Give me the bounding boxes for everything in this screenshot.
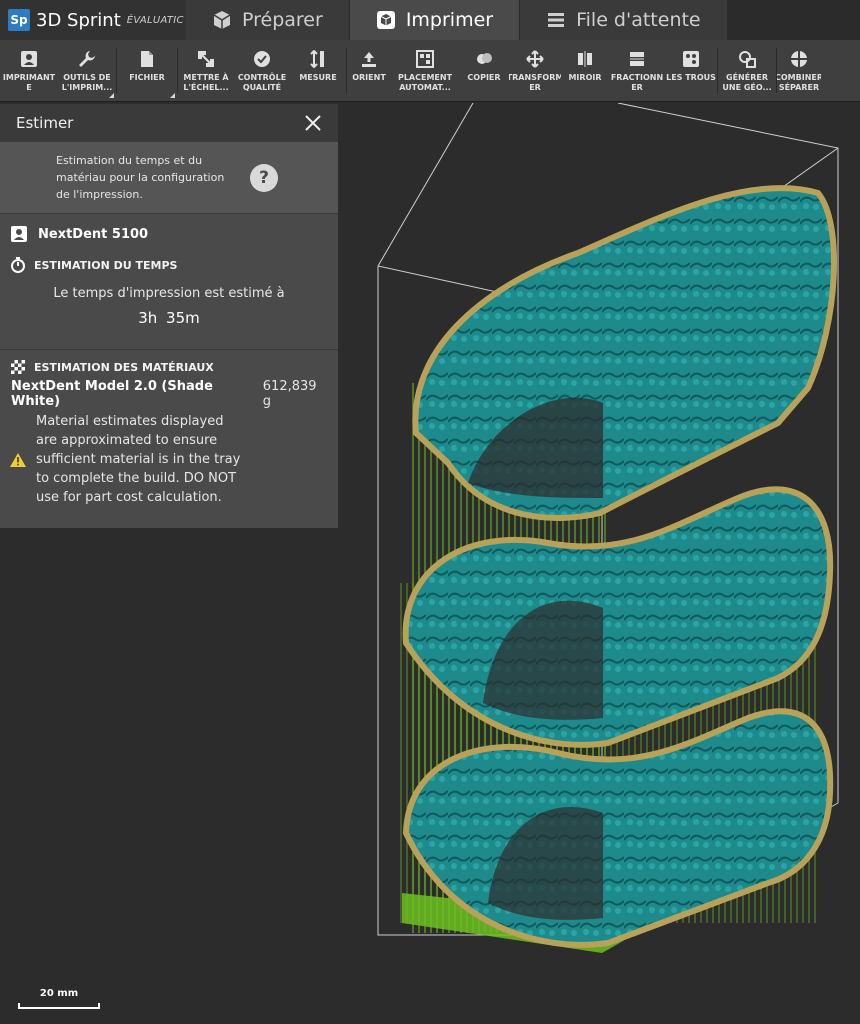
build-viewport[interactable] <box>338 103 860 1024</box>
materials-section-label: ESTIMATION DES MATÉRIAUX <box>34 360 214 374</box>
help-icon[interactable]: ? <box>250 164 278 192</box>
copier-button[interactable]: COPIER <box>459 40 509 101</box>
printer-row: NextDent 5100 <box>0 214 338 254</box>
controle-qualite-button[interactable]: CONTRÔLE QUALITÉ <box>234 40 290 101</box>
material-warning: Material estimates displayed are approxi… <box>0 412 338 507</box>
transformer-button[interactable]: TRANSFORM ER <box>509 40 561 101</box>
copy-icon <box>477 53 492 64</box>
close-icon[interactable] <box>304 114 322 132</box>
generer-geometrie-button[interactable]: GÉNÉRER UNE GÉO... <box>718 40 776 101</box>
tab-label: Imprimer <box>405 9 494 31</box>
material-row: NextDent Model 2.0 (Shade White) 612,839… <box>0 379 338 409</box>
miroir-button[interactable]: MIROIR <box>561 40 609 101</box>
warning-icon <box>10 452 26 467</box>
material-amount: 612,839 g <box>262 379 317 409</box>
materials-section-title: ESTIMATION DES MATÉRIAUX <box>0 356 338 378</box>
material-name: NextDent Model 2.0 (Shade White) <box>11 379 213 409</box>
tab-label: File d'attente <box>576 9 701 31</box>
orient-button[interactable]: ORIENT <box>347 40 391 101</box>
placement-automatique-button[interactable]: PLACEMENT AUTOMAT... <box>391 40 459 101</box>
outils-imprimante-button[interactable]: OUTILS DE L'IMPRIM... <box>58 40 116 101</box>
time-estimate: Le temps d'impression est estimé à 3h 35… <box>0 276 338 350</box>
time-section-label: ESTIMATION DU TEMPS <box>34 258 178 272</box>
dropdown-indicator-icon <box>170 93 175 98</box>
dental-model-stack-top <box>412 185 837 521</box>
printer-icon <box>11 226 27 242</box>
combiner-separer-button[interactable]: COMBINER SÉPARER <box>777 40 821 101</box>
mesure-button[interactable]: MESURE <box>290 40 346 101</box>
orient-icon <box>362 52 376 67</box>
stopwatch-icon <box>11 257 25 273</box>
les-trous-button[interactable]: LES TROUS <box>665 40 717 101</box>
split-icon <box>630 52 644 66</box>
imprimante-button[interactable]: IMPRIMANT E <box>0 40 58 101</box>
file-icon <box>141 51 153 67</box>
list-icon <box>548 13 565 27</box>
panel-header: Estimer <box>0 104 338 142</box>
printer-icon <box>21 51 37 67</box>
mettre-echelle-button[interactable]: METTRE À L'ÉCHEL... <box>178 40 234 101</box>
scale-label: 20 mm <box>39 988 79 999</box>
transform-icon <box>526 50 544 68</box>
mirror-icon <box>578 51 592 67</box>
tab-file-attente[interactable]: File d'attente <box>519 0 727 40</box>
wrench-icon <box>79 51 95 67</box>
combine-icon <box>791 51 807 67</box>
generate-geometry-icon <box>739 51 756 68</box>
tab-label: Préparer <box>242 9 323 31</box>
app-name: 3D Sprint <box>36 9 121 31</box>
cube-icon <box>213 11 231 29</box>
checkered-flag-icon <box>11 360 25 374</box>
scale-indicator: 20 mm <box>18 988 100 1009</box>
auto-place-icon <box>416 50 434 68</box>
printer-name: NextDent 5100 <box>38 226 149 242</box>
scale-icon <box>198 51 214 67</box>
app-brand: Sp 3D Sprint ÉVALUATIC <box>0 0 186 40</box>
warning-text: Material estimates displayed are approxi… <box>36 414 241 505</box>
panel-title: Estimer <box>16 114 74 132</box>
time-label: Le temps d'impression est estimé à <box>53 286 285 301</box>
tab-preparer[interactable]: Préparer <box>186 0 349 40</box>
app-edition: ÉVALUATIC <box>126 14 184 26</box>
intro-text: Estimation du temps et du matériau pour … <box>56 154 225 201</box>
estimate-panel: Estimer Estimation du temps et du matéri… <box>0 104 338 528</box>
fichier-button[interactable]: FICHIER <box>117 40 177 101</box>
tab-imprimer[interactable]: Imprimer <box>348 0 520 40</box>
time-value: 3h 35m <box>138 309 200 327</box>
dropdown-indicator-icon <box>109 93 114 98</box>
ribbon-toolbar: IMPRIMANT E OUTILS DE L'IMPRIM... FICHIE… <box>0 40 860 102</box>
title-bar: Sp 3D Sprint ÉVALUATIC Préparer Imprimer… <box>0 0 860 40</box>
scale-bar <box>18 1003 100 1009</box>
app-logo-icon: Sp <box>8 9 30 31</box>
fractionner-button[interactable]: FRACTIONN ER <box>609 40 665 101</box>
cube-outline-icon <box>376 11 395 29</box>
check-circle-icon <box>254 51 270 67</box>
time-section-title: ESTIMATION DU TEMPS <box>0 254 338 276</box>
holes-icon <box>683 51 699 67</box>
measure-icon <box>310 50 324 68</box>
panel-intro: Estimation du temps et du matériau pour … <box>0 142 338 214</box>
